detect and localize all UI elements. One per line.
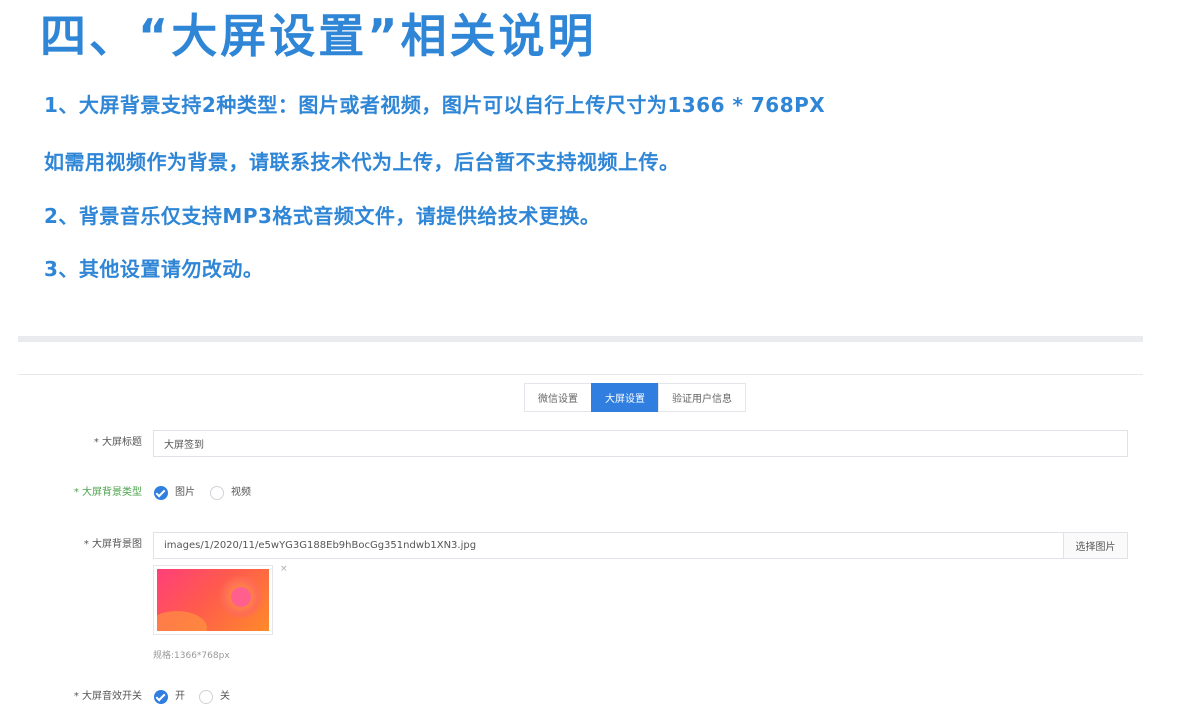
remove-image-close-icon[interactable]: × xyxy=(280,564,288,574)
bg-image-preview xyxy=(157,569,269,631)
bg-type-image-label: 图片 xyxy=(175,487,195,498)
bg-type-video-label: 视频 xyxy=(231,487,251,498)
bg-type-image-radio[interactable] xyxy=(154,486,168,500)
tab-screen-settings[interactable]: 大屏设置 xyxy=(591,383,659,412)
sound-off-label: 关 xyxy=(220,691,230,702)
note-line-1: 1、大屏背景支持2种类型：图片或者视频，图片可以自行上传尺寸为1366 * 76… xyxy=(44,93,826,117)
screen-title-label: * 大屏标题 xyxy=(93,437,142,448)
panel-top-border xyxy=(18,374,1143,375)
note-line-4: 3、其他设置请勿改动。 xyxy=(44,257,264,281)
bg-image-path-input[interactable]: images/1/2020/11/e5wYG3G188Eb9hBocGg351n… xyxy=(153,532,1064,559)
note-line-2: 如需用视频作为背景，请联系技术代为上传，后台暂不支持视频上传。 xyxy=(44,150,680,174)
bg-image-thumbnail xyxy=(153,565,273,635)
screen-title-value: 大屏签到 xyxy=(164,440,204,451)
tab-wechat-settings[interactable]: 微信设置 xyxy=(524,383,592,412)
note-line-3: 2、背景音乐仅支持MP3格式音频文件，请提供给技术更换。 xyxy=(44,204,601,228)
bg-image-label: * 大屏背景图 xyxy=(83,539,142,550)
page-heading: 四、“大屏设置”相关说明 xyxy=(40,9,597,63)
bg-type-label: * 大屏背景类型 xyxy=(73,487,142,498)
select-image-button[interactable]: 选择图片 xyxy=(1063,532,1128,559)
screen-title-input[interactable]: 大屏签到 xyxy=(153,430,1128,457)
sound-on-radio[interactable] xyxy=(154,690,168,704)
bg-image-path-value: images/1/2020/11/e5wYG3G188Eb9hBocGg351n… xyxy=(164,540,477,551)
sound-switch-label: * 大屏音效开关 xyxy=(73,691,142,702)
tab-verify-user-info[interactable]: 验证用户信息 xyxy=(658,383,746,412)
sound-off-radio[interactable] xyxy=(199,690,213,704)
settings-tabs: 微信设置 大屏设置 验证用户信息 xyxy=(524,383,746,412)
bg-type-video-radio[interactable] xyxy=(210,486,224,500)
section-divider xyxy=(18,336,1143,342)
image-size-hint: 规格:1366*768px xyxy=(153,651,230,661)
sound-on-label: 开 xyxy=(175,691,185,702)
